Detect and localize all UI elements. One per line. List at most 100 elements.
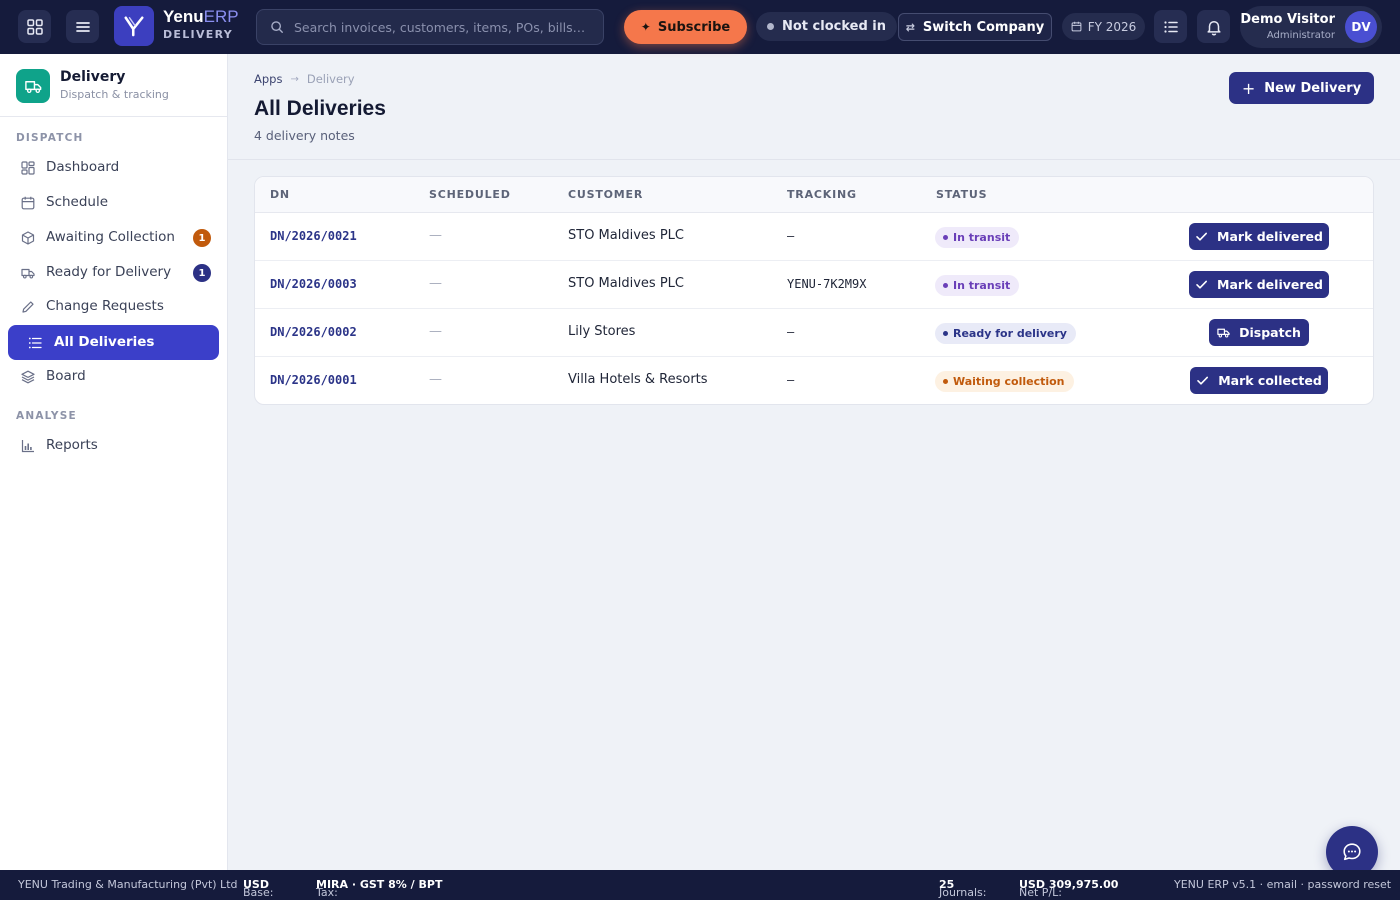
- status-badge: In transit: [935, 227, 1020, 248]
- sidebar-item-reports[interactable]: Reports: [8, 428, 219, 463]
- footer-version[interactable]: YENU ERP v5.1 · email · password reset: [1174, 878, 1391, 891]
- breadcrumb-current: Delivery: [306, 72, 355, 86]
- bar-chart-icon: [21, 440, 34, 453]
- global-search[interactable]: [256, 9, 604, 45]
- brand-logo[interactable]: [114, 6, 154, 46]
- dn-link[interactable]: DN/2026/0003: [270, 277, 357, 291]
- status-dot-icon: [943, 283, 948, 288]
- hamburger-icon: [75, 21, 90, 32]
- brand-module: DELIVERY: [163, 28, 234, 41]
- footer-tax-label: Tax:: [316, 886, 338, 899]
- customer-cell: Villa Hotels & Resorts: [568, 372, 708, 387]
- table-row[interactable]: DN/2026/0002 — Lily Stores — Ready for d…: [255, 309, 1373, 357]
- status-dot-icon: [943, 235, 948, 240]
- customer-cell: STO Maldives PLC: [568, 276, 684, 291]
- header-divider: [228, 159, 1400, 160]
- notifications-button[interactable]: [1197, 10, 1230, 43]
- user-menu[interactable]: Demo Visitor Administrator DV: [1240, 6, 1382, 48]
- footer-journals-label: Journals:: [939, 886, 987, 899]
- footer-company: YENU Trading & Manufacturing (Pvt) Ltd: [18, 878, 238, 891]
- user-name: Demo Visitor: [1240, 12, 1335, 27]
- mark-delivered-button[interactable]: Mark delivered: [1189, 271, 1329, 298]
- mark-delivered-button[interactable]: Mark delivered: [1189, 223, 1329, 250]
- brand-suffix: ERP: [203, 7, 239, 26]
- action-label: Mark delivered: [1217, 229, 1323, 244]
- dn-link[interactable]: DN/2026/0021: [270, 229, 357, 243]
- truck-icon: [16, 69, 50, 103]
- calendar-icon: [1071, 21, 1082, 32]
- new-delivery-button[interactable]: + New Delivery: [1229, 72, 1374, 104]
- sidebar-item-label: Awaiting Collection: [46, 229, 175, 245]
- sidebar-item-schedule[interactable]: Schedule: [8, 185, 219, 220]
- table-row[interactable]: DN/2026/0001 — Villa Hotels & Resorts — …: [255, 357, 1373, 404]
- subscribe-label: Subscribe: [657, 19, 731, 35]
- clock-status-label: Not clocked in: [782, 19, 887, 34]
- tracking-cell: YENU-7K2M9X: [787, 277, 867, 291]
- sidebar-item-label: Change Requests: [46, 298, 164, 314]
- table-header: DN SCHEDULED CUSTOMER TRACKING STATUS: [255, 177, 1373, 213]
- dashboard-icon: [21, 161, 35, 175]
- footer-tax: Tax: MIRA · GST 8% / BPT: [316, 878, 442, 899]
- tasks-button[interactable]: [1154, 10, 1187, 43]
- apps-grid-button[interactable]: [18, 10, 51, 43]
- menu-button[interactable]: [66, 10, 99, 43]
- truck-icon: [21, 268, 35, 279]
- status-label: Waiting collection: [953, 375, 1065, 388]
- tracking-cell: —: [787, 229, 795, 243]
- chevron-right-icon: →: [290, 73, 299, 85]
- sidebar-item-awaiting-collection[interactable]: Awaiting Collection 1: [8, 220, 219, 255]
- clock-status[interactable]: Not clocked in: [756, 12, 898, 41]
- search-icon: [271, 21, 283, 33]
- action-label: Dispatch: [1239, 325, 1301, 340]
- footer-journals: Journals: 25: [939, 878, 986, 899]
- footer-base: Base: USD: [243, 878, 274, 899]
- tracking-cell: —: [787, 325, 795, 339]
- check-icon: [1197, 376, 1209, 385]
- subscribe-button[interactable]: ✦ Subscribe: [624, 10, 747, 44]
- table-row[interactable]: DN/2026/0021 — STO Maldives PLC — In tra…: [255, 213, 1373, 261]
- footer-base-label: Base:: [243, 886, 274, 899]
- footer-net-pl: Net P/L: USD 309,975.00: [1019, 878, 1118, 899]
- sidebar-item-change-requests[interactable]: Change Requests: [8, 289, 219, 324]
- column-header-tracking[interactable]: TRACKING: [787, 188, 857, 201]
- mark-collected-button[interactable]: Mark collected: [1190, 367, 1328, 394]
- dn-link[interactable]: DN/2026/0002: [270, 325, 357, 339]
- app-title: Delivery: [60, 69, 126, 85]
- brand-name: YenuERP DELIVERY: [163, 8, 239, 40]
- column-header-status[interactable]: STATUS: [936, 188, 987, 201]
- column-header-dn[interactable]: DN: [270, 188, 290, 201]
- sidebar-item-label: Board: [46, 368, 86, 384]
- fiscal-year-badge[interactable]: FY 2026: [1062, 13, 1145, 40]
- footer-net-pl-label: Net P/L:: [1019, 886, 1062, 899]
- sidebar-item-all-deliveries[interactable]: All Deliveries: [8, 325, 219, 360]
- package-icon: [21, 231, 35, 245]
- dispatch-button[interactable]: Dispatch: [1209, 319, 1309, 346]
- layers-icon: [21, 370, 35, 384]
- sidebar-item-ready-for-delivery[interactable]: Ready for Delivery 1: [8, 255, 219, 290]
- search-input[interactable]: [294, 19, 594, 35]
- action-label: Mark collected: [1218, 373, 1322, 388]
- sidebar: Delivery Dispatch & tracking DISPATCH Da…: [0, 54, 228, 870]
- breadcrumb-apps-link[interactable]: Apps: [254, 72, 282, 86]
- check-icon: [1196, 280, 1208, 289]
- status-dot-icon: [943, 379, 948, 384]
- table-row[interactable]: DN/2026/0003 — STO Maldives PLC YENU-7K2…: [255, 261, 1373, 309]
- column-header-customer[interactable]: CUSTOMER: [568, 188, 643, 201]
- switch-company-button[interactable]: ⇄ Switch Company: [898, 13, 1052, 41]
- tracking-cell: —: [787, 373, 795, 387]
- action-label: Mark delivered: [1217, 277, 1323, 292]
- calendar-icon: [21, 196, 35, 210]
- scheduled-cell: —: [429, 324, 442, 339]
- dn-link[interactable]: DN/2026/0001: [270, 373, 357, 387]
- sidebar-item-dashboard[interactable]: Dashboard: [8, 150, 219, 185]
- sidebar-item-board[interactable]: Board: [8, 359, 219, 394]
- column-header-scheduled[interactable]: SCHEDULED: [429, 188, 511, 201]
- yenu-logo-icon: [124, 16, 144, 37]
- truck-icon: [1217, 328, 1230, 338]
- sidebar-item-label: Schedule: [46, 194, 109, 210]
- customer-cell: Lily Stores: [568, 324, 636, 339]
- status-badge: Waiting collection: [935, 371, 1074, 392]
- scheduled-cell: —: [429, 228, 442, 243]
- customer-cell: STO Maldives PLC: [568, 228, 684, 243]
- section-label-analyse: ANALYSE: [16, 410, 77, 422]
